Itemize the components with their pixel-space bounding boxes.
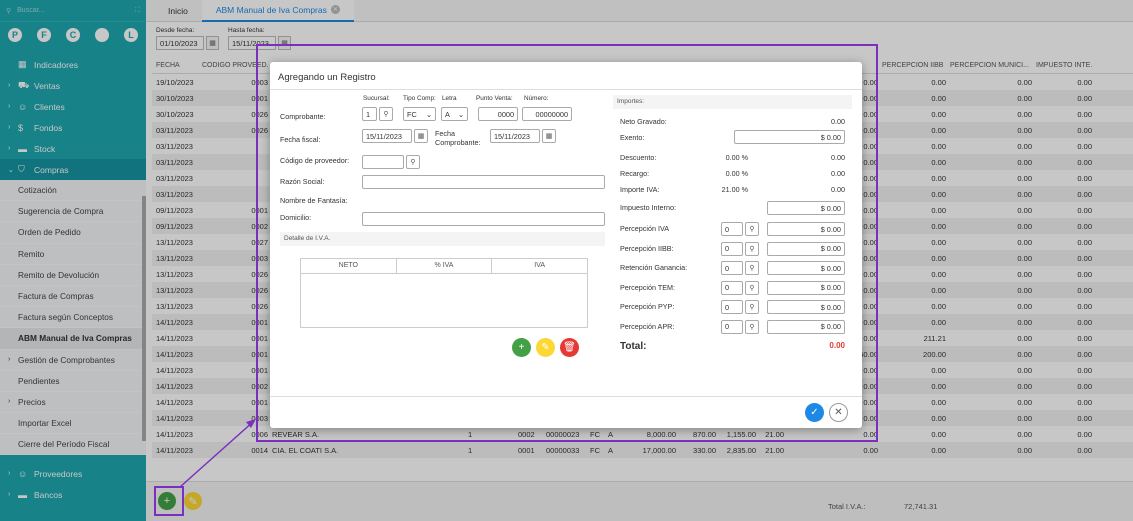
- annotation-arrow: [179, 419, 256, 488]
